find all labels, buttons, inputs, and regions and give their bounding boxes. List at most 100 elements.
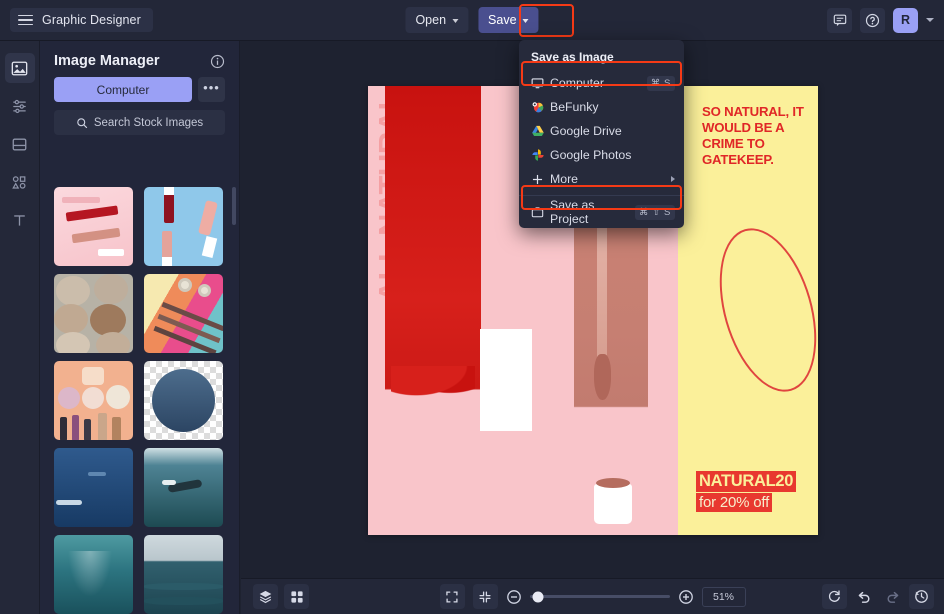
product-jar[interactable]	[594, 484, 632, 524]
list-item[interactable]	[144, 361, 223, 440]
top-bar-right-actions: R	[827, 8, 934, 33]
text-t-icon	[11, 212, 28, 229]
list-item[interactable]	[144, 535, 223, 614]
list-item[interactable]	[54, 535, 133, 614]
feedback-button[interactable]	[827, 8, 852, 33]
chevron-right-icon	[671, 176, 675, 182]
minus-circle-icon	[506, 589, 522, 605]
save-menu-item-label: Google Drive	[550, 124, 675, 138]
befunky-logo-icon	[531, 100, 550, 114]
top-bar-center-actions: Open Save	[405, 7, 538, 33]
white-label-card-red[interactable]	[480, 329, 532, 431]
search-stock-images-label: Search Stock Images	[94, 117, 203, 129]
zoom-out-button[interactable]	[506, 589, 522, 605]
google-drive-icon	[531, 124, 550, 138]
computer-upload-button[interactable]: Computer	[54, 77, 192, 102]
zoom-slider-track[interactable]	[530, 595, 670, 598]
list-item[interactable]	[54, 361, 133, 440]
info-circle-icon[interactable]	[210, 54, 225, 69]
help-button[interactable]	[860, 8, 885, 33]
bottom-bar-right	[822, 584, 934, 609]
panel-header: Image Manager	[40, 41, 239, 77]
app-menu-button[interactable]: Graphic Designer	[10, 8, 153, 32]
chevron-down-icon	[452, 19, 458, 23]
layers-button[interactable]	[253, 584, 278, 609]
save-menu-item-shortcut: ⌘ ⇧ S	[635, 205, 675, 220]
list-item[interactable]	[144, 448, 223, 527]
search-icon	[76, 117, 88, 129]
save-menu-item-label: Google Photos	[550, 148, 675, 162]
save-menu-item-google-photos[interactable]: Google Photos	[519, 143, 684, 167]
zoom-in-button[interactable]	[678, 589, 694, 605]
google-photos-icon	[531, 148, 550, 162]
layers-icon	[258, 589, 273, 604]
save-menu-item-shortcut: ⌘ S	[647, 76, 675, 91]
briefcase-icon	[531, 206, 550, 219]
bottom-bar-left	[253, 584, 309, 609]
user-avatar[interactable]: R	[893, 8, 918, 33]
fit-to-screen-icon	[445, 590, 459, 604]
zoom-controls: 51%	[440, 584, 746, 609]
app-title: Graphic Designer	[42, 13, 141, 27]
frame-icon	[11, 136, 28, 153]
applicator-tip	[594, 354, 611, 400]
promo-code-text: NATURAL20	[696, 471, 796, 492]
red-paint-swatch-image[interactable]	[385, 86, 481, 474]
save-menu-title: Save as Image	[519, 45, 684, 71]
save-menu-item-google-drive[interactable]: Google Drive	[519, 119, 684, 143]
redo-button[interactable]	[880, 584, 905, 609]
tool-rail	[0, 41, 40, 614]
zoom-slider[interactable]	[530, 595, 670, 598]
shapes-icon	[11, 174, 28, 191]
panel-scrollbar[interactable]	[232, 187, 236, 225]
sliders-icon	[11, 98, 28, 115]
sidebar-item-text[interactable]	[5, 205, 35, 235]
reset-button[interactable]	[822, 584, 847, 609]
undo-arrow-icon	[856, 589, 872, 605]
thumbnail-grid	[40, 181, 240, 614]
headline-text[interactable]: SO NATURAL, IT WOULD BE A CRIME TO GATEK…	[702, 104, 818, 168]
list-item[interactable]	[144, 187, 223, 266]
monitor-icon	[531, 77, 550, 90]
list-item[interactable]	[54, 187, 133, 266]
list-item[interactable]	[54, 448, 133, 527]
promo-block[interactable]: NATURAL20 for 20% off	[696, 471, 796, 512]
collapse-icon	[478, 590, 492, 604]
sidebar-item-graphics[interactable]	[5, 167, 35, 197]
save-button[interactable]: Save	[478, 7, 539, 33]
save-menu-item-save-as-project[interactable]: Save as Project ⌘ ⇧ S	[519, 200, 684, 224]
open-button[interactable]: Open	[405, 7, 468, 33]
list-item[interactable]	[54, 274, 133, 353]
save-menu-item-computer[interactable]: Computer ⌘ S	[519, 71, 684, 95]
save-menu-item-label: BeFunky	[550, 100, 675, 114]
zoom-slider-knob[interactable]	[532, 591, 543, 602]
fit-to-screen-button[interactable]	[440, 584, 465, 609]
photo-icon	[11, 60, 28, 77]
save-menu-item-label: Save as Project	[550, 198, 635, 226]
grid-view-button[interactable]	[284, 584, 309, 609]
list-item[interactable]	[144, 274, 223, 353]
refresh-icon	[827, 589, 842, 604]
graphic-designer-app: Graphic Designer Open Save	[0, 0, 944, 614]
grid-icon	[290, 590, 304, 604]
plus-icon	[531, 173, 550, 186]
sidebar-item-edit[interactable]	[5, 91, 35, 121]
sidebar-item-image-manager[interactable]	[5, 53, 35, 83]
save-menu-item-more[interactable]: More	[519, 167, 684, 191]
more-sources-button[interactable]: •••	[198, 77, 225, 102]
promo-sub-text: for 20% off	[696, 493, 772, 512]
save-menu-item-befunky[interactable]: BeFunky	[519, 95, 684, 119]
collapse-view-button[interactable]	[473, 584, 498, 609]
chat-bubble-icon	[833, 13, 847, 27]
chevron-down-icon[interactable]	[926, 18, 934, 22]
save-button-label: Save	[488, 13, 517, 27]
history-clock-icon	[914, 589, 929, 604]
redo-arrow-icon	[885, 589, 901, 605]
bottom-bar: 51%	[241, 578, 944, 614]
plus-circle-icon	[678, 589, 694, 605]
zoom-level-value[interactable]: 51%	[702, 587, 746, 607]
undo-button[interactable]	[851, 584, 876, 609]
history-button[interactable]	[909, 584, 934, 609]
search-stock-images-button[interactable]: Search Stock Images	[54, 110, 225, 135]
sidebar-item-templates[interactable]	[5, 129, 35, 159]
